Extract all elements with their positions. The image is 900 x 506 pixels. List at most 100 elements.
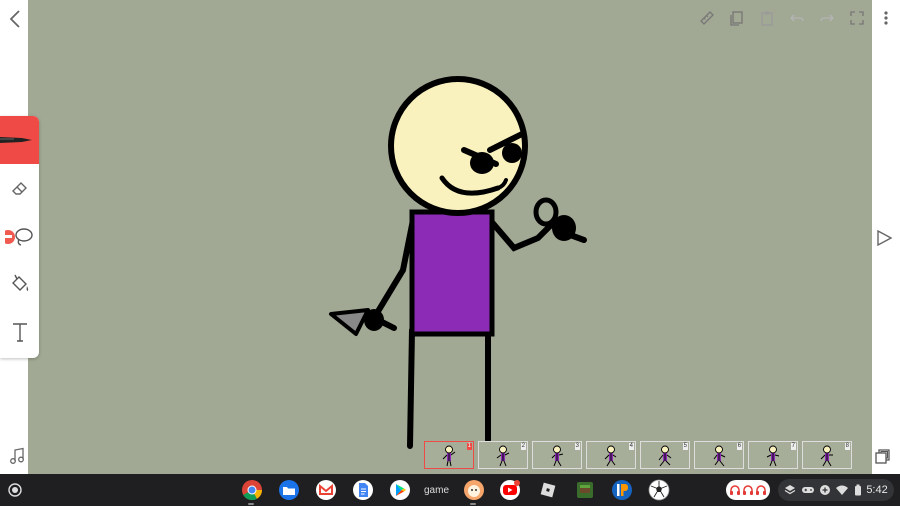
frame-preview-icon <box>442 445 456 467</box>
layers-button[interactable] <box>872 444 894 468</box>
fill-tool[interactable] <box>0 260 39 308</box>
clock: 5:42 <box>866 484 888 496</box>
running-indicator <box>470 503 476 505</box>
chrome-app[interactable] <box>233 474 270 506</box>
fullscreen-button[interactable] <box>842 0 872 36</box>
headphones-icon <box>743 485 753 495</box>
frame-number: 4 <box>628 443 634 450</box>
status-tray[interactable]: 5:42 <box>778 479 894 501</box>
frame-number: 2 <box>520 443 526 450</box>
notification-pill[interactable] <box>726 480 770 500</box>
game-app[interactable]: game <box>418 474 455 506</box>
top-toolbar <box>692 0 900 36</box>
frame-number: 1 <box>466 443 472 450</box>
stick-figure-drawing <box>329 76 587 449</box>
animation-app-shortcut[interactable] <box>455 474 492 506</box>
ruler-icon <box>700 11 714 25</box>
roblox-app[interactable] <box>529 474 566 506</box>
frame-thumbnail[interactable]: 7 <box>748 441 798 469</box>
more-options-button[interactable] <box>872 0 900 36</box>
layers-icon <box>875 449 890 464</box>
frame-preview-icon <box>604 445 617 467</box>
frame-thumbnail[interactable]: 4 <box>586 441 636 469</box>
copy-button[interactable] <box>722 0 752 36</box>
youtube-app[interactable] <box>492 474 529 506</box>
play-icon <box>877 229 893 247</box>
animation-app-icon <box>463 480 484 500</box>
chevron-left-icon <box>9 10 20 28</box>
frame-preview-icon <box>658 445 672 467</box>
frame-number: 7 <box>790 443 796 450</box>
files-icon <box>278 480 299 500</box>
music-note-icon <box>10 447 24 464</box>
ibis-paint-app[interactable] <box>603 474 640 506</box>
chrome-icon <box>241 480 262 501</box>
paste-icon <box>761 11 773 26</box>
redo-button[interactable] <box>812 0 842 36</box>
headphones-icon <box>756 485 766 495</box>
pinned-apps: game <box>233 474 677 506</box>
eraser-tool[interactable] <box>0 164 39 212</box>
frame-thumbnail[interactable]: 8 <box>802 441 852 469</box>
play-button[interactable] <box>872 224 896 252</box>
lasso-icon <box>4 228 33 246</box>
soccer-app[interactable] <box>640 474 677 506</box>
fullscreen-icon <box>850 11 864 25</box>
undo-icon <box>790 14 804 22</box>
marker-icon <box>0 137 32 143</box>
copy-icon <box>730 11 743 26</box>
play-store-app[interactable] <box>381 474 418 506</box>
frame-thumbnail[interactable]: 1 <box>424 441 474 469</box>
frame-thumbnail[interactable]: 3 <box>532 441 582 469</box>
docs-icon <box>352 480 373 500</box>
gamepad-icon <box>801 487 814 493</box>
eraser-icon <box>11 182 27 195</box>
wifi-icon <box>836 485 849 495</box>
frame-number: 3 <box>574 443 580 450</box>
text-tool[interactable] <box>0 308 39 356</box>
shirt <box>409 209 495 337</box>
roblox-icon <box>540 482 555 498</box>
frame-thumbnail[interactable]: 5 <box>640 441 690 469</box>
animation-app: 1 2 3 4 5 6 7 8 <box>0 0 900 474</box>
frame-number: 8 <box>844 443 850 450</box>
ibis-paint-icon <box>611 480 632 500</box>
docs-app[interactable] <box>344 474 381 506</box>
gmail-app[interactable] <box>307 474 344 506</box>
launcher-button[interactable] <box>6 481 24 499</box>
frame-thumbnail[interactable]: 6 <box>694 441 744 469</box>
game-app-label: game <box>423 484 449 496</box>
paste-button[interactable] <box>752 0 782 36</box>
more-vert-icon <box>884 11 888 25</box>
frame-preview-icon <box>766 445 780 467</box>
youtube-icon <box>499 480 520 500</box>
minecraft-app[interactable] <box>566 474 603 506</box>
layers-stack-icon <box>784 485 796 495</box>
back-button[interactable] <box>4 6 26 32</box>
add-circle-icon <box>820 485 831 495</box>
frame-number: 6 <box>736 443 742 450</box>
music-button[interactable] <box>6 444 28 468</box>
undo-button[interactable] <box>782 0 812 36</box>
tool-palette <box>0 116 39 358</box>
battery-icon <box>854 484 861 496</box>
play-store-icon <box>389 480 410 500</box>
frame-preview-icon <box>551 445 564 467</box>
headphones-icon <box>730 485 740 495</box>
files-app[interactable] <box>270 474 307 506</box>
frame-preview-icon <box>496 445 510 467</box>
launcher-circle-icon <box>8 483 22 497</box>
redo-icon <box>820 14 834 22</box>
frame-thumbnail[interactable]: 2 <box>478 441 528 469</box>
drawing-canvas[interactable] <box>28 0 872 474</box>
system-shelf: game 5:42 <box>0 474 900 506</box>
marker-tool[interactable] <box>0 116 39 164</box>
ruler-button[interactable] <box>692 0 722 36</box>
frame-preview-icon <box>820 445 833 467</box>
lasso-tool[interactable] <box>0 212 39 260</box>
soccer-ball-icon <box>648 479 669 501</box>
minecraft-icon <box>576 482 593 498</box>
frame-preview-icon <box>713 445 726 467</box>
running-indicator <box>248 503 254 505</box>
frame-timeline: 1 2 3 4 5 6 7 8 <box>424 441 856 471</box>
